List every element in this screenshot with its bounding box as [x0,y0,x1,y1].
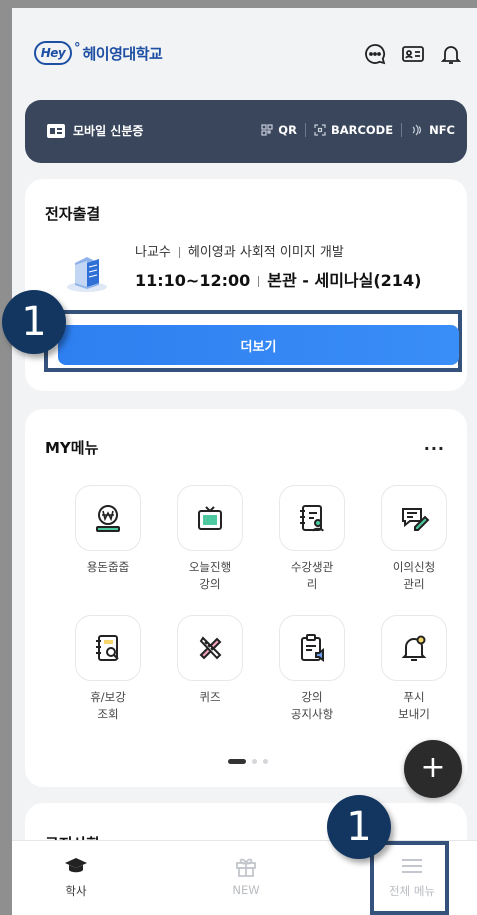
app-screen: Hey ° 헤이영대학교 모바일 신분증 QR BARCODE NFC 전자출결… [12,8,477,915]
notebook-search-icon [96,635,119,661]
coin-scale-icon [96,505,120,532]
nfc-icon [412,124,422,136]
attendance-card: 전자출결 나교수 헤이영과 사회적 이미지 개발 11:10~12:00 본관 - … [25,179,467,391]
chat-icon[interactable] [363,42,387,66]
barcode-label: BARCODE [330,123,394,137]
mobile-id-bar[interactable]: 모바일 신분증 QR BARCODE NFC [25,100,467,163]
mobile-id-label: 모바일 신분증 [73,124,144,138]
tab-new[interactable]: NEW [196,853,296,897]
page-dot [263,759,268,764]
bell-icon[interactable] [439,42,463,66]
divider [178,247,180,258]
menu-item-label: 휴/보강 조회 [90,690,126,721]
menu-item-label: 이의신청 관리 [392,560,436,591]
add-fab-button[interactable]: + [404,740,462,798]
menu-item-makeup-class[interactable]: 휴/보강 조회 [63,615,153,723]
id-card-icon [47,123,65,138]
my-menu-title: MY메뉴 [45,439,99,457]
nfc-label: NFC [429,123,455,137]
more-button[interactable]: 더보기 [58,325,459,365]
professor-name: 나교수 [135,245,171,260]
menu-item-today-lecture[interactable]: 오늘진행 강의 [165,485,255,593]
menu-item-allowance[interactable]: 용돈줍줍 [63,485,153,576]
my-menu-more-icon[interactable]: ··· [424,439,445,458]
nfc-option[interactable]: NFC [410,123,455,137]
menu-item-label: 오늘진행 강의 [188,560,232,591]
divider [401,123,403,137]
course-info: 나교수 헤이영과 사회적 이미지 개발 [135,241,344,260]
course-name: 헤이영과 사회적 이미지 개발 [187,245,344,260]
menu-item-objection[interactable]: 이의신청 관리 [369,485,459,593]
barcode-option[interactable]: BARCODE [314,123,393,137]
menu-item-lecture-notice[interactable]: 강의 공지사항 [267,615,357,723]
gift-icon [236,858,256,877]
id-card-icon[interactable] [401,42,425,66]
tools-icon [199,636,222,660]
attendance-title: 전자출결 [45,205,101,223]
step-badge: 1 [2,290,66,354]
graduation-cap-icon [65,858,87,873]
logo-dot: ° [74,40,81,56]
edit-message-icon [402,508,430,531]
my-menu-card: MY메뉴 ··· 용돈줍줍 오늘진행 강의 수강생관 리 이의신청 관리 휴/보… [25,409,467,787]
class-time-room: 11:10~12:00 본관 - 세미나실(214) [135,267,421,291]
logo-text: 헤이영대학교 [82,44,163,63]
tab-academics[interactable]: 학사 [26,853,126,899]
step-badge: 1 [327,795,391,859]
monitor-icon [198,506,222,530]
menu-item-student-management[interactable]: 수강생관 리 [267,485,357,593]
qr-option[interactable]: QR [261,123,297,137]
barcode-scan-icon [314,124,326,136]
tab-label: NEW [232,883,260,897]
page-indicator[interactable] [228,759,268,764]
university-logo[interactable]: Hey ° 헤이영대학교 [34,40,163,65]
app-header: Hey ° 헤이영대학교 [12,8,477,94]
class-time: 11:10~12:00 [135,271,251,290]
menu-item-label: 강의 공지사항 [290,690,334,721]
menu-item-label: 퀴즈 [199,690,221,704]
menu-item-label: 용돈줍줍 [86,560,130,574]
qr-icon [261,124,273,136]
menu-item-label: 푸시 보내기 [398,690,430,721]
building-icon [67,257,107,292]
divider [258,276,260,287]
class-room: 본관 - 세미나실(214) [267,271,422,290]
all-menu-highlight [370,841,449,915]
student-book-icon [300,505,324,532]
clipboard-speaker-icon [301,634,324,662]
logo-badge: Hey [34,41,72,65]
tab-label: 학사 [65,884,87,898]
menu-item-quiz[interactable]: 퀴즈 [165,615,255,706]
bell-push-icon [401,635,427,661]
qr-label: QR [278,123,297,137]
menu-item-send-push[interactable]: 푸시 보내기 [369,615,459,723]
page-dot-active [228,759,246,764]
divider [304,123,306,137]
menu-item-label: 수강생관 리 [290,560,334,591]
page-dot [252,759,257,764]
